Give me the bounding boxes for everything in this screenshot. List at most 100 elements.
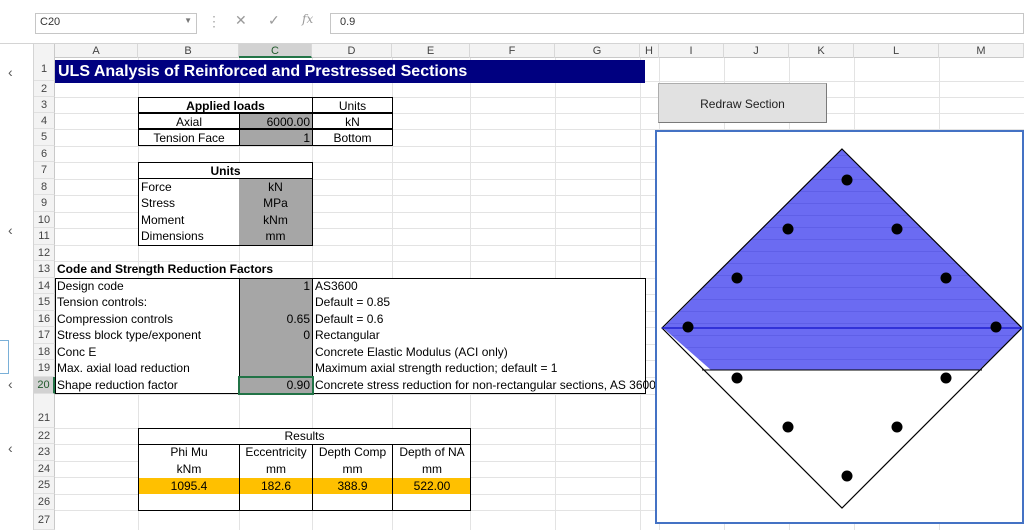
column-header-f[interactable]: F xyxy=(470,44,555,58)
tension-controls-note[interactable]: Default = 0.85 xyxy=(313,294,392,311)
row-header[interactable]: 7 xyxy=(34,162,55,179)
column-header-k[interactable]: K xyxy=(789,44,854,58)
row-header[interactable]: 8 xyxy=(34,179,55,195)
units-label-force[interactable]: Force xyxy=(139,179,174,195)
compression-controls-value[interactable]: 0.65 xyxy=(239,311,312,327)
stress-block-value[interactable]: 0 xyxy=(239,327,312,344)
result-col-phimu[interactable]: Phi Mu xyxy=(139,444,239,461)
result-col-eccentricity[interactable]: Eccentricity xyxy=(240,444,312,461)
row-header[interactable]: 22 xyxy=(34,428,55,444)
row-header[interactable]: 25 xyxy=(34,477,55,494)
row-header[interactable]: 21 xyxy=(34,394,55,428)
design-code-label[interactable]: Design code xyxy=(55,278,126,294)
design-code-note[interactable]: AS3600 xyxy=(313,278,360,294)
pane-input-box[interactable] xyxy=(0,340,9,374)
stress-block-note[interactable]: Rectangular xyxy=(313,327,382,344)
column-header-a[interactable]: A xyxy=(55,44,138,58)
units-value-moment[interactable]: kNm xyxy=(239,212,312,228)
units-header[interactable]: Units xyxy=(312,97,393,113)
column-header-e[interactable]: E xyxy=(392,44,470,58)
tension-controls-value[interactable] xyxy=(239,294,312,311)
axial-unit[interactable]: kN xyxy=(312,113,393,129)
tension-face-value[interactable]: 1 xyxy=(239,129,313,146)
row-header[interactable]: 3 xyxy=(34,97,55,113)
conc-e-value[interactable] xyxy=(239,344,312,360)
column-header-l[interactable]: L xyxy=(854,44,939,58)
column-header-m[interactable]: M xyxy=(939,44,1024,58)
units-label-stress[interactable]: Stress xyxy=(139,195,177,212)
column-header-c[interactable]: C xyxy=(239,44,312,58)
tension-controls-label[interactable]: Tension controls: xyxy=(55,294,149,311)
column-header-g[interactable]: G xyxy=(555,44,640,58)
axial-value[interactable]: 6000.00 xyxy=(239,113,313,129)
row-header[interactable]: 4 xyxy=(34,113,55,129)
collapse-arrow-icon[interactable]: ‹ xyxy=(8,64,13,80)
column-header-h[interactable]: H xyxy=(640,44,659,58)
result-col-depth-comp[interactable]: Depth Comp xyxy=(313,444,392,461)
enter-icon[interactable]: ✓ xyxy=(268,12,280,29)
units-value-dimensions[interactable]: mm xyxy=(239,228,312,245)
collapse-arrow-icon[interactable]: ‹ xyxy=(8,440,13,456)
row-header[interactable]: 19 xyxy=(34,360,55,377)
result-unit-eccentricity[interactable]: mm xyxy=(240,461,312,477)
row-header[interactable]: 14 xyxy=(34,278,55,294)
result-unit-depth-comp[interactable]: mm xyxy=(313,461,392,477)
row-header[interactable]: 11 xyxy=(34,228,55,245)
max-axial-note[interactable]: Maximum axial strength reduction; defaul… xyxy=(313,360,559,377)
insert-function-icon[interactable]: fx xyxy=(302,12,313,26)
row-header[interactable]: 1 xyxy=(34,58,55,81)
collapse-arrow-icon[interactable]: ‹ xyxy=(8,222,13,238)
row-header[interactable]: 18 xyxy=(34,344,55,360)
results-header[interactable]: Results xyxy=(138,428,471,444)
row-header[interactable]: 13 xyxy=(34,261,55,278)
result-col-depth-na[interactable]: Depth of NA xyxy=(393,444,471,461)
max-axial-value[interactable] xyxy=(239,360,312,377)
collapse-arrow-icon[interactable]: ‹ xyxy=(8,376,13,392)
result-unit-depth-na[interactable]: mm xyxy=(393,461,471,477)
column-header-d[interactable]: D xyxy=(312,44,392,58)
sheet-title[interactable]: ULS Analysis of Reinforced and Prestress… xyxy=(55,60,645,83)
applied-loads-header[interactable]: Applied loads xyxy=(138,97,313,113)
units-label-dimensions[interactable]: Dimensions xyxy=(139,228,206,245)
cancel-icon[interactable]: ✕ xyxy=(235,12,247,29)
column-header-j[interactable]: J xyxy=(724,44,789,58)
active-cell-selection[interactable] xyxy=(238,376,314,395)
section-drawing[interactable] xyxy=(655,130,1024,524)
row-header[interactable]: 20 xyxy=(34,377,55,394)
row-header[interactable]: 16 xyxy=(34,311,55,327)
units-label-moment[interactable]: Moment xyxy=(139,212,186,228)
result-value-eccentricity[interactable]: 182.6 xyxy=(240,478,312,494)
row-header[interactable]: 26 xyxy=(34,494,55,510)
result-value-depth-na[interactable]: 522.00 xyxy=(393,478,471,494)
result-value-phimu[interactable]: 1095.4 xyxy=(139,478,239,494)
conc-e-note[interactable]: Concrete Elastic Modulus (ACI only) xyxy=(313,344,510,360)
axial-label[interactable]: Axial xyxy=(138,113,240,129)
row-header[interactable]: 23 xyxy=(34,444,55,461)
shape-reduction-label[interactable]: Shape reduction factor xyxy=(55,377,180,394)
tension-face-label[interactable]: Tension Face xyxy=(138,129,240,146)
units-value-force[interactable]: kN xyxy=(239,179,312,195)
compression-controls-note[interactable]: Default = 0.6 xyxy=(313,311,385,327)
result-unit-phimu[interactable]: kNm xyxy=(139,461,239,477)
row-header[interactable]: 12 xyxy=(34,245,55,261)
chevron-down-icon[interactable]: ▼ xyxy=(184,16,192,25)
code-factors-header[interactable]: Code and Strength Reduction Factors xyxy=(55,261,275,278)
compression-controls-label[interactable]: Compression controls xyxy=(55,311,175,327)
result-value-depth-comp[interactable]: 388.9 xyxy=(313,478,392,494)
design-code-value[interactable]: 1 xyxy=(239,278,312,294)
max-axial-label[interactable]: Max. axial load reduction xyxy=(55,360,192,377)
row-header[interactable]: 15 xyxy=(34,294,55,311)
tension-face-unit[interactable]: Bottom xyxy=(312,129,393,146)
units-table-header[interactable]: Units xyxy=(138,162,313,179)
row-header[interactable]: 27 xyxy=(34,510,55,530)
units-value-stress[interactable]: MPa xyxy=(239,195,312,212)
row-header[interactable]: 2 xyxy=(34,81,55,97)
stress-block-label[interactable]: Stress block type/exponent xyxy=(55,327,203,344)
column-header-b[interactable]: B xyxy=(138,44,239,58)
select-all-corner[interactable] xyxy=(34,44,55,58)
row-header[interactable]: 17 xyxy=(34,327,55,344)
conc-e-label[interactable]: Conc E xyxy=(55,344,98,360)
row-header[interactable]: 9 xyxy=(34,195,55,212)
column-header-i[interactable]: I xyxy=(659,44,724,58)
redraw-section-button[interactable]: Redraw Section xyxy=(658,83,827,123)
